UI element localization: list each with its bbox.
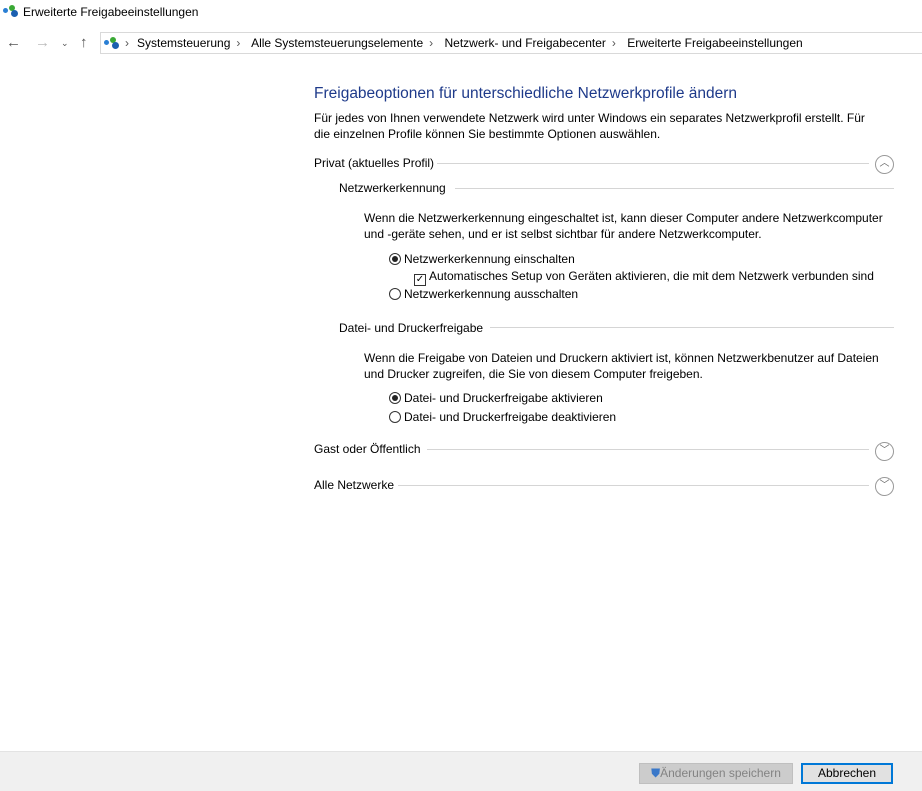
up-button[interactable]: ↑ bbox=[80, 34, 88, 51]
discovery-on-radio[interactable]: Netzwerkerkennung einschalten bbox=[389, 252, 575, 266]
chevron-right-icon: › bbox=[429, 36, 434, 50]
page-title: Freigabeoptionen für unterschiedliche Ne… bbox=[314, 85, 738, 102]
network-icon bbox=[3, 5, 19, 17]
chevron-down-icon[interactable]: ﹀ bbox=[875, 477, 894, 496]
radio-unselected-icon bbox=[389, 411, 401, 423]
divider bbox=[398, 485, 869, 486]
divider bbox=[437, 163, 869, 164]
address-bar[interactable]: › Systemsteuerung › Alle Systemsteuerungs… bbox=[100, 32, 922, 54]
breadcrumb-item[interactable]: Erweiterte Freigabeeinstellungen bbox=[627, 36, 802, 50]
chevron-right-icon: › bbox=[611, 36, 616, 50]
chevron-down-icon[interactable]: ﹀ bbox=[875, 442, 894, 461]
auto-setup-checkbox[interactable]: ✓ Automatisches Setup von Geräten aktivie… bbox=[414, 269, 874, 286]
chevron-up-icon[interactable]: ︿ bbox=[875, 155, 894, 174]
breadcrumb-item[interactable]: Netzwerk- und Freigabecenter bbox=[445, 36, 606, 50]
discovery-heading: Netzwerkerkennung bbox=[339, 181, 446, 195]
checkmark-icon: ✓ bbox=[414, 274, 426, 286]
footer: ⛊Änderungen speichern Abbrechen bbox=[0, 751, 922, 791]
intro-text: Für jedes von Ihnen verwendete Netzwerk … bbox=[314, 111, 865, 141]
checkbox-label: Automatisches Setup von Geräten aktivier… bbox=[429, 269, 874, 283]
radio-selected-icon bbox=[389, 392, 401, 404]
sharing-heading: Datei- und Druckerfreigabe bbox=[339, 321, 484, 335]
radio-label: Netzwerkerkennung einschalten bbox=[404, 252, 575, 266]
save-label: Änderungen speichern bbox=[660, 766, 781, 780]
recent-dropdown[interactable]: ⌄ bbox=[61, 38, 69, 49]
discovery-off-radio[interactable]: Netzwerkerkennung ausschalten bbox=[389, 287, 578, 301]
breadcrumb-item[interactable]: Systemsteuerung bbox=[137, 36, 230, 50]
chevron-right-icon: › bbox=[236, 36, 241, 50]
discovery-description: Wenn die Netzwerkerkennung eingeschaltet… bbox=[364, 211, 883, 241]
window-title: Erweiterte Freigabeeinstellungen bbox=[23, 5, 199, 19]
sharing-on-radio[interactable]: Datei- und Druckerfreigabe aktivieren bbox=[389, 391, 603, 405]
forward-button[interactable]: → bbox=[35, 34, 50, 51]
shield-icon: ⛊ bbox=[651, 766, 661, 780]
breadcrumb: Systemsteuerung › Alle Systemsteuerungsel… bbox=[137, 36, 809, 50]
network-icon bbox=[104, 37, 120, 49]
radio-label: Netzwerkerkennung ausschalten bbox=[404, 287, 579, 301]
profile-guest-label[interactable]: Gast oder Öffentlich bbox=[314, 442, 421, 456]
back-button[interactable]: ← bbox=[6, 34, 21, 51]
breadcrumb-item[interactable]: Alle Systemsteuerungselemente bbox=[251, 36, 423, 50]
sharing-off-radio[interactable]: Datei- und Druckerfreigabe deaktivieren bbox=[389, 410, 616, 424]
radio-unselected-icon bbox=[389, 288, 401, 300]
sharing-description: Wenn die Freigabe von Dateien und Drucke… bbox=[364, 351, 879, 381]
radio-label: Datei- und Druckerfreigabe deaktivieren bbox=[404, 410, 617, 424]
cancel-button[interactable]: Abbrechen bbox=[801, 763, 893, 784]
profile-private-label[interactable]: Privat (aktuelles Profil) bbox=[314, 156, 434, 170]
profile-all-label[interactable]: Alle Netzwerke bbox=[314, 478, 394, 492]
title-bar: Erweiterte Freigabeeinstellungen bbox=[0, 0, 922, 24]
radio-label: Datei- und Druckerfreigabe aktivieren bbox=[404, 391, 603, 405]
divider bbox=[490, 327, 894, 328]
chevron-right-icon: › bbox=[125, 36, 129, 50]
save-button[interactable]: ⛊Änderungen speichern bbox=[639, 763, 793, 784]
divider bbox=[427, 449, 869, 450]
radio-selected-icon bbox=[389, 253, 401, 265]
divider bbox=[455, 188, 894, 189]
